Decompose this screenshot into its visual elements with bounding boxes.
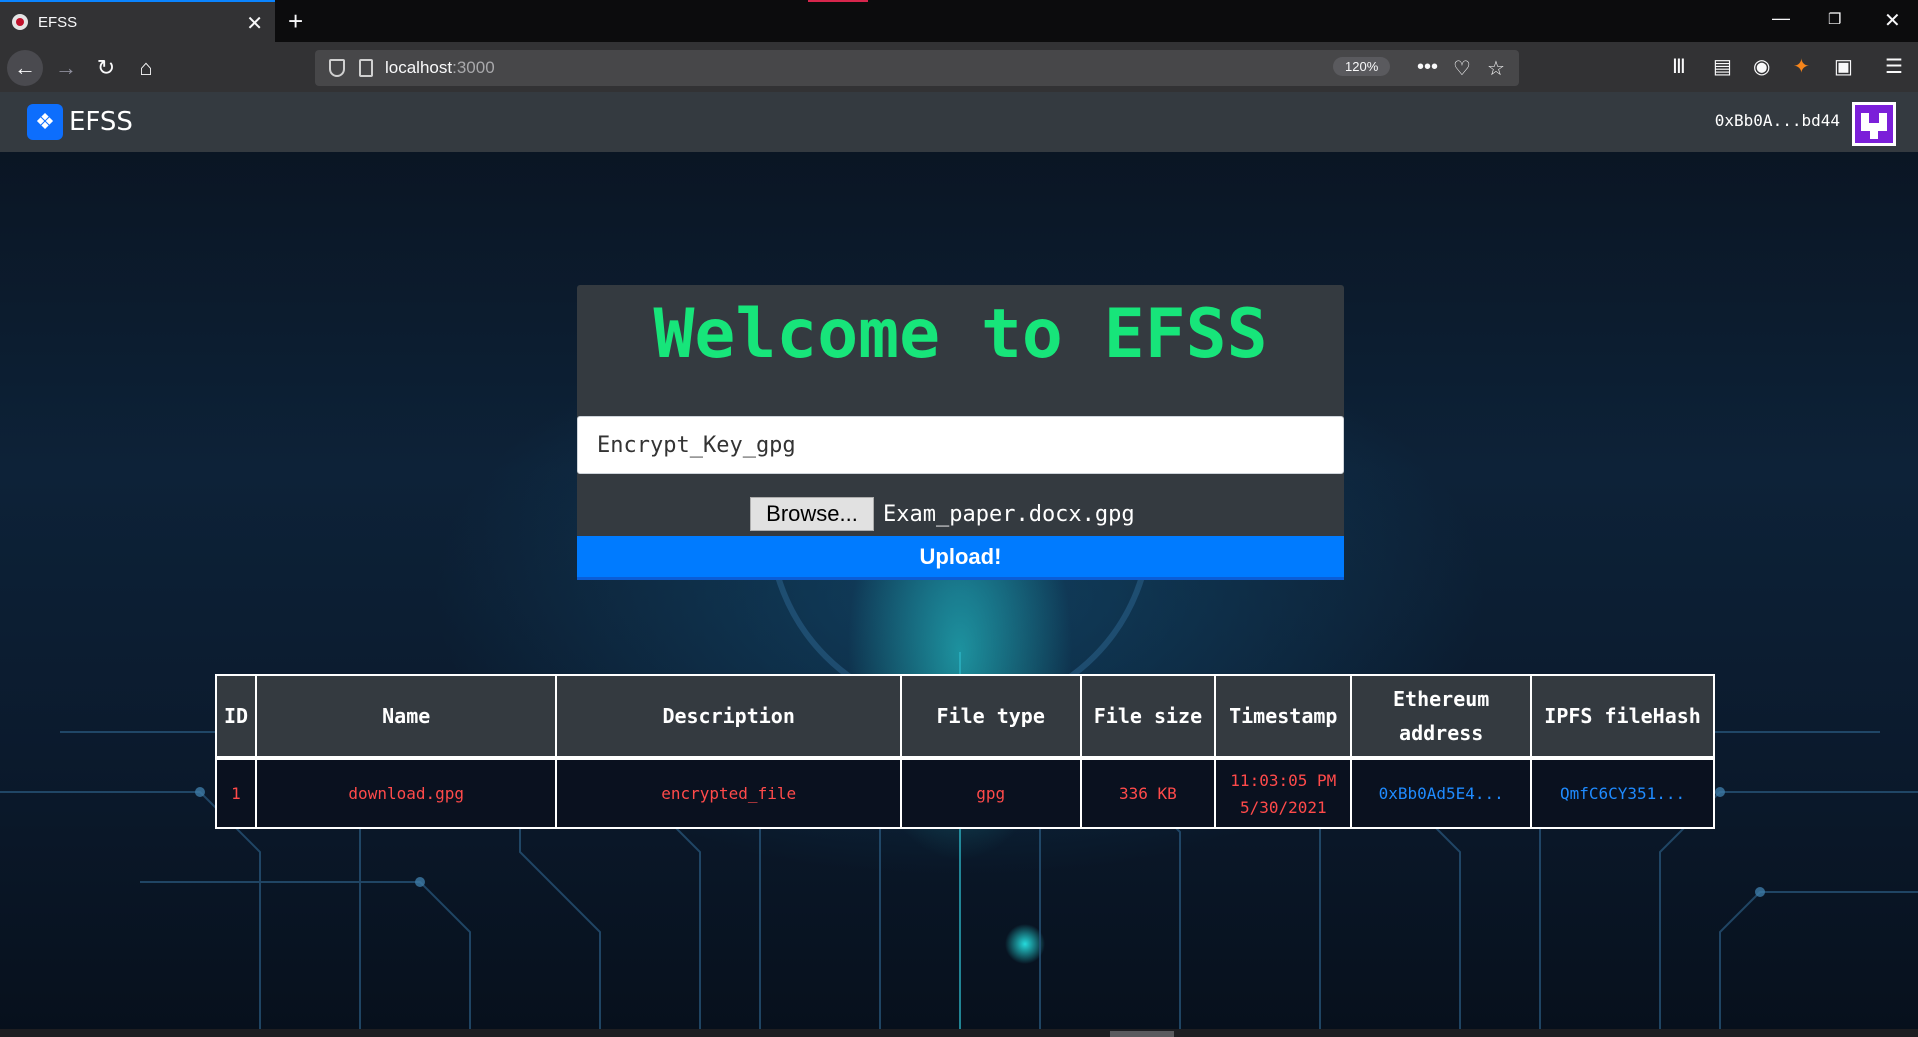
tab-strip-indicator <box>808 0 868 2</box>
upload-card: Welcome to EFSS Encrypt_Key_gpg Browse..… <box>577 285 1344 580</box>
cell-description: encrypted_file <box>555 757 902 829</box>
cell-file-type: gpg <box>899 757 1082 829</box>
close-tab-icon[interactable]: ✕ <box>246 11 263 36</box>
column-header-description: Description <box>555 674 902 759</box>
files-table: ID Name Description File type File size … <box>215 674 1715 829</box>
description-input[interactable]: Encrypt_Key_gpg <box>577 416 1344 474</box>
dropbox-icon: ❖ <box>27 104 63 140</box>
browse-file-button[interactable]: Browse... <box>750 497 874 531</box>
table-header-row: ID Name Description File type File size … <box>215 674 1715 759</box>
reload-icon: ↻ <box>96 55 116 80</box>
forward-button[interactable]: → <box>48 50 84 86</box>
cell-id: 1 <box>215 757 257 829</box>
site-favicon-icon <box>12 14 28 30</box>
account-address: 0xBb0A...bd44 <box>1714 111 1840 130</box>
extension-icon[interactable]: ▣ <box>1834 54 1853 79</box>
brand-name: EFSS <box>69 107 133 137</box>
home-button[interactable]: ⌂ <box>128 50 164 86</box>
sidebar-icon[interactable]: ▤ <box>1713 54 1732 79</box>
tracking-protection-shield-icon[interactable] <box>329 59 345 77</box>
menu-hamburger-icon[interactable]: ☰ <box>1885 54 1903 79</box>
column-header-name: Name <box>254 674 558 759</box>
browser-toolbar: ← → ↻ ⌂ localhost:3000 120% ••• ♡ ☆ Ⅲ ▤ … <box>0 42 1918 92</box>
address-bar[interactable]: localhost:3000 120% ••• ♡ ☆ <box>315 50 1519 86</box>
pocket-icon[interactable]: ♡ <box>1453 56 1471 81</box>
cell-name: download.gpg <box>254 757 558 829</box>
brand-link[interactable]: ❖ EFSS <box>27 104 133 140</box>
url-port: :3000 <box>452 58 495 77</box>
reload-button[interactable]: ↻ <box>88 50 124 86</box>
timestamp-date: 5/30/2021 <box>1239 797 1327 817</box>
column-header-ipfs-filehash: IPFS fileHash <box>1530 674 1715 759</box>
upload-button[interactable]: Upload! <box>577 536 1344 580</box>
arrow-left-icon: ← <box>14 55 36 80</box>
minimize-window-icon[interactable]: — <box>1772 8 1790 29</box>
restore-window-icon[interactable]: ❐ <box>1828 10 1841 28</box>
column-header-ethereum-address: Ethereum address <box>1350 674 1533 759</box>
horizontal-scrollbar[interactable] <box>0 1029 1918 1037</box>
page-info-icon[interactable] <box>359 59 373 77</box>
arrow-right-icon: → <box>55 55 77 80</box>
back-button[interactable]: ← <box>7 50 43 86</box>
home-icon: ⌂ <box>139 55 153 80</box>
selected-file-name: Exam_paper.docx.gpg <box>883 502 1135 527</box>
zoom-level-badge[interactable]: 120% <box>1333 57 1391 76</box>
column-header-timestamp: Timestamp <box>1214 674 1353 759</box>
browser-tab[interactable]: EFSS ✕ <box>0 0 275 42</box>
bookmark-star-icon[interactable]: ☆ <box>1487 56 1505 81</box>
timestamp-time: 11:03:05 PM <box>1230 770 1337 790</box>
tab-title: EFSS <box>38 13 78 31</box>
close-window-icon[interactable]: ✕ <box>1884 8 1901 33</box>
new-tab-icon[interactable]: + <box>288 6 303 37</box>
cell-timestamp: 11:03:05 PM 5/30/2021 <box>1214 757 1353 829</box>
column-header-id: ID <box>215 674 257 759</box>
cell-ethereum-address-link[interactable]: 0xBb0Ad5E4... <box>1350 757 1533 829</box>
page-actions-ellipsis-icon[interactable]: ••• <box>1417 56 1438 79</box>
account-icon[interactable]: ◉ <box>1753 54 1770 79</box>
app-navbar: ❖ EFSS 0xBb0A...bd44 <box>0 92 1918 152</box>
column-header-file-size: File size <box>1079 674 1217 759</box>
page-viewport: ❖ EFSS 0xBb0A...bd44 Welcome to EFSS Enc… <box>0 92 1918 1037</box>
metamask-fox-icon[interactable]: ✦ <box>1793 54 1810 79</box>
scrollbar-thumb[interactable] <box>1110 1031 1174 1037</box>
library-icon[interactable]: Ⅲ <box>1672 54 1686 79</box>
url-host: localhost <box>385 58 453 77</box>
column-header-file-type: File type <box>899 674 1082 759</box>
cell-file-size: 336 KB <box>1079 757 1217 829</box>
welcome-heading: Welcome to EFSS <box>653 295 1268 374</box>
identicon-avatar <box>1852 102 1896 146</box>
cell-ipfs-hash-link[interactable]: QmfC6CY351... <box>1530 757 1715 829</box>
browser-tab-bar: EFSS ✕ + — ❐ ✕ <box>0 0 1918 42</box>
table-row: 1 download.gpg encrypted_file gpg 336 KB… <box>215 757 1715 829</box>
